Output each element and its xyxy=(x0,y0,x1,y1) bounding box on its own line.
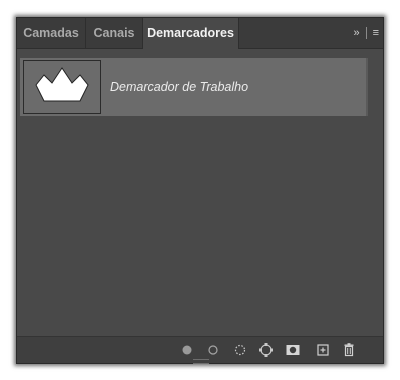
fill-path-icon[interactable] xyxy=(177,340,197,360)
stroke-path-icon[interactable] xyxy=(203,340,223,360)
path-shape-icon xyxy=(35,67,89,102)
collapse-panel-icon[interactable]: » xyxy=(353,27,359,39)
list-scroll-edge xyxy=(366,58,368,116)
path-thumbnail xyxy=(23,60,101,114)
path-name-label: Demarcador de Trabalho xyxy=(110,80,249,94)
add-mask-icon[interactable] xyxy=(283,340,303,360)
create-new-path-icon[interactable] xyxy=(313,340,333,360)
panel-footer xyxy=(17,336,383,364)
tab-channels[interactable]: Canais xyxy=(86,18,143,48)
path-row-work-path[interactable]: Demarcador de Trabalho xyxy=(20,58,366,116)
panel-tab-bar: Camadas Canais Demarcadores » ≡ xyxy=(17,18,383,49)
resize-grip[interactable] xyxy=(193,359,209,364)
tab-paths[interactable]: Demarcadores xyxy=(143,18,239,49)
paths-panel: Camadas Canais Demarcadores » ≡ Demarcad… xyxy=(16,17,384,364)
load-path-as-selection-icon[interactable] xyxy=(230,340,250,360)
make-work-path-from-selection-icon[interactable] xyxy=(256,340,276,360)
panel-controls: » ≡ xyxy=(353,18,379,48)
controls-separator xyxy=(365,27,367,39)
tab-layers[interactable]: Camadas xyxy=(17,18,86,48)
panel-menu-icon[interactable]: ≡ xyxy=(373,27,379,39)
delete-path-icon[interactable] xyxy=(339,340,359,360)
